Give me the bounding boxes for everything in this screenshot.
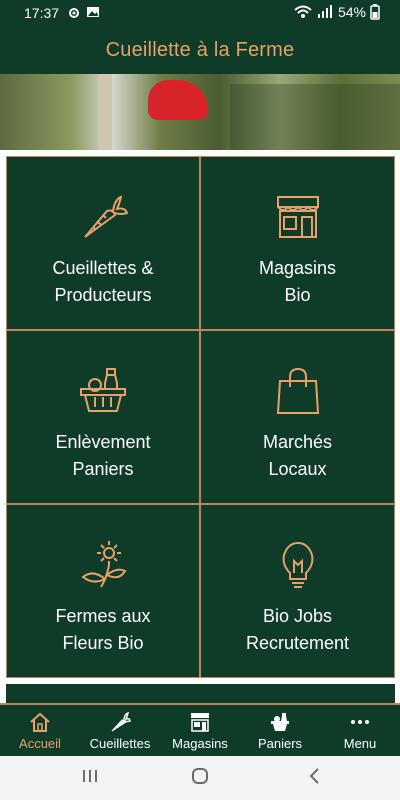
recent-apps-icon[interactable]	[80, 766, 100, 786]
tile-label-line1: Bio Jobs	[262, 606, 333, 626]
tile-label-line2: Locaux	[268, 459, 327, 479]
tile-label-line2: Paniers	[72, 459, 134, 479]
more-icon	[351, 720, 369, 724]
status-right: 54%	[294, 4, 380, 20]
hero-image	[0, 74, 400, 150]
tile-label-line1: Marchés	[262, 432, 333, 452]
tile-marches-locaux[interactable]: Marchés Locaux	[200, 330, 395, 504]
category-grid: Cueillettes & Producteurs Magasins Bio E…	[6, 156, 395, 678]
home-icon	[30, 712, 50, 732]
store-icon	[276, 196, 319, 238]
nav-menu[interactable]: Menu	[320, 705, 400, 756]
wifi-icon	[294, 5, 312, 18]
tile-label-line1: Magasins	[258, 258, 337, 278]
tile-label: Enlèvement Paniers	[55, 429, 150, 483]
tile-label-line1: Cueillettes &	[52, 258, 154, 278]
carrot-icon	[84, 195, 129, 238]
nav-label: Magasins	[172, 736, 228, 751]
nav-label: Paniers	[257, 736, 303, 751]
shopping-bag-icon	[276, 367, 319, 414]
battery-percent: 54%	[337, 4, 366, 20]
status-bar: 17:37 54%	[0, 0, 400, 26]
carrot-icon	[111, 711, 131, 732]
tile-label-line2: Recrutement	[245, 633, 350, 653]
nav-label: Menu	[343, 736, 377, 751]
content-strip	[6, 684, 395, 703]
tile-magasins-bio[interactable]: Magasins Bio	[200, 156, 395, 330]
tile-label: Marchés Locaux	[263, 429, 332, 483]
status-time: 17:37	[24, 5, 60, 21]
app-header: Cueillette à la Ferme	[0, 26, 400, 74]
image-icon	[87, 7, 99, 17]
battery-icon	[370, 4, 380, 20]
nav-label: Accueil	[19, 736, 61, 751]
basket-icon	[271, 713, 289, 731]
app-title: Cueillette à la Ferme	[105, 38, 295, 61]
tile-label: Bio Jobs Recrutement	[246, 603, 349, 657]
tile-enlevement-paniers[interactable]: Enlèvement Paniers	[6, 330, 200, 504]
notification-icons	[66, 5, 100, 21]
tile-cueillettes-producteurs[interactable]: Cueillettes & Producteurs	[6, 156, 200, 330]
hero-person	[148, 80, 208, 120]
back-icon[interactable]	[305, 766, 325, 786]
home-button-icon[interactable]	[190, 766, 210, 786]
basket-icon	[80, 368, 126, 412]
tile-label: Cueillettes & Producteurs	[52, 255, 153, 309]
nav-label: Cueillettes	[89, 736, 151, 751]
lightbulb-icon	[282, 541, 313, 588]
tile-label-line2: Producteurs	[54, 285, 152, 305]
tile-bio-jobs-recrutement[interactable]: Bio Jobs Recrutement	[200, 504, 395, 678]
store-icon	[191, 713, 209, 732]
tile-label: Fermes aux Fleurs Bio	[55, 603, 150, 657]
nav-cueillettes[interactable]: Cueillettes	[80, 705, 160, 756]
flower-icon	[81, 541, 127, 588]
tile-label-line1: Fermes aux	[55, 606, 151, 626]
nav-magasins[interactable]: Magasins	[160, 705, 240, 756]
hero-foliage	[230, 84, 400, 150]
settings-icon	[69, 8, 79, 18]
tile-label-line1: Enlèvement	[55, 432, 151, 452]
signal-icon	[317, 5, 332, 18]
nav-paniers[interactable]: Paniers	[240, 705, 320, 756]
system-navigation	[0, 756, 400, 800]
tile-label-line2: Fleurs Bio	[62, 633, 144, 653]
tile-fermes-fleurs-bio[interactable]: Fermes aux Fleurs Bio	[6, 504, 200, 678]
hero-stake	[98, 74, 112, 150]
tile-label-line2: Bio	[284, 285, 311, 305]
bottom-navigation: Accueil Cueillettes Magasins Paniers Men…	[0, 703, 400, 756]
tile-label: Magasins Bio	[259, 255, 336, 309]
nav-accueil[interactable]: Accueil	[0, 705, 80, 756]
